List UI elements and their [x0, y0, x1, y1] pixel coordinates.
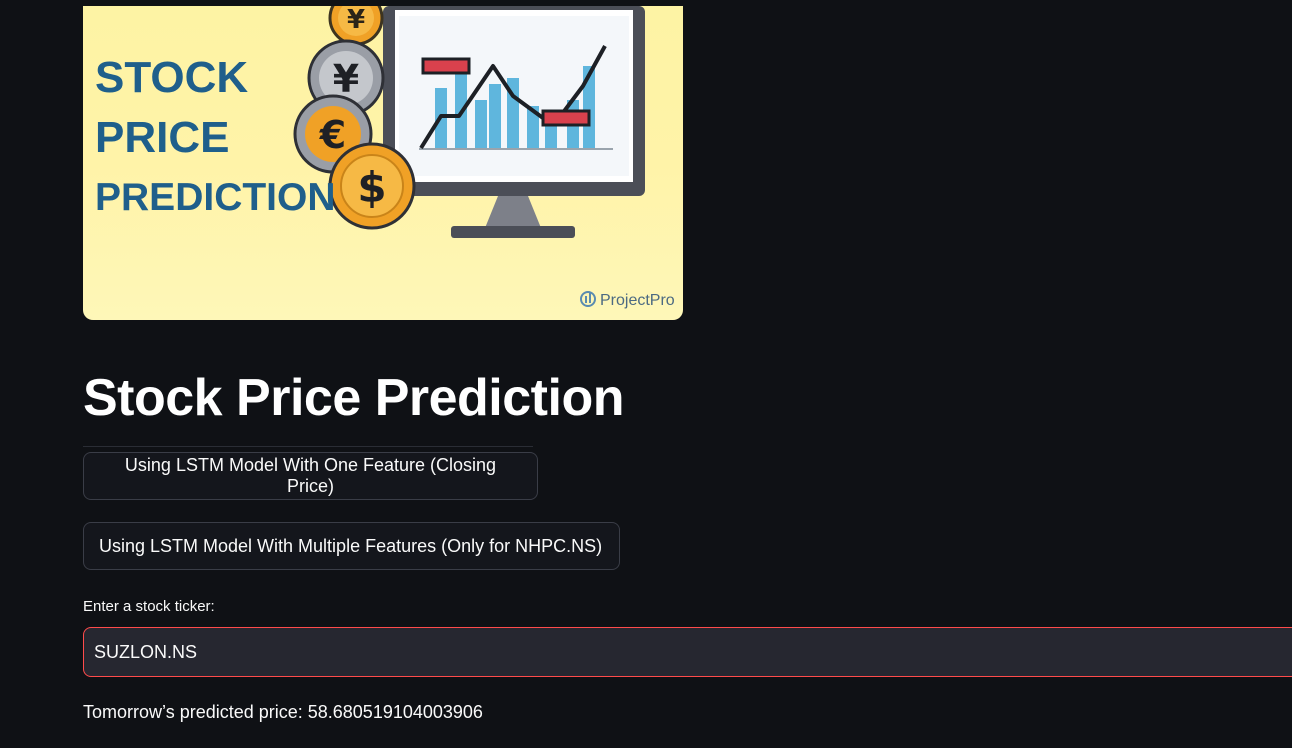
svg-text:ProjectPro: ProjectPro	[600, 292, 675, 309]
one-feature-model-button[interactable]: Using LSTM Model With One Feature (Closi…	[83, 452, 538, 500]
ticker-input[interactable]	[83, 627, 1292, 677]
hero-illustration: ¥ ¥ € $ STOCK PRICE PREDICTION ProjectPr…	[95, 6, 675, 309]
monitor-icon	[383, 6, 645, 238]
hero-banner-image: ¥ ¥ € $ STOCK PRICE PREDICTION ProjectPr…	[83, 6, 683, 320]
yen-coin-icon: ¥	[328, 6, 384, 46]
svg-text:€: €	[319, 113, 346, 157]
page-title: Stock Price Prediction	[83, 369, 624, 427]
svg-text:¥: ¥	[347, 6, 365, 35]
svg-text:PRICE: PRICE	[95, 113, 229, 162]
svg-text:¥: ¥	[333, 57, 359, 101]
ticker-label: Enter a stock ticker:	[83, 598, 215, 615]
predicted-price-text: Tomorrow’s predicted price: 58.680519104…	[83, 702, 483, 722]
projectpro-logo: ProjectPro	[580, 291, 675, 309]
multi-feature-model-button[interactable]: Using LSTM Model With Multiple Features …	[83, 522, 620, 570]
title-divider	[83, 446, 533, 447]
dollar-coin-icon: $	[328, 142, 416, 230]
svg-text:PREDICTION: PREDICTION	[95, 176, 336, 219]
svg-text:$: $	[357, 163, 386, 212]
svg-text:STOCK: STOCK	[95, 53, 248, 102]
